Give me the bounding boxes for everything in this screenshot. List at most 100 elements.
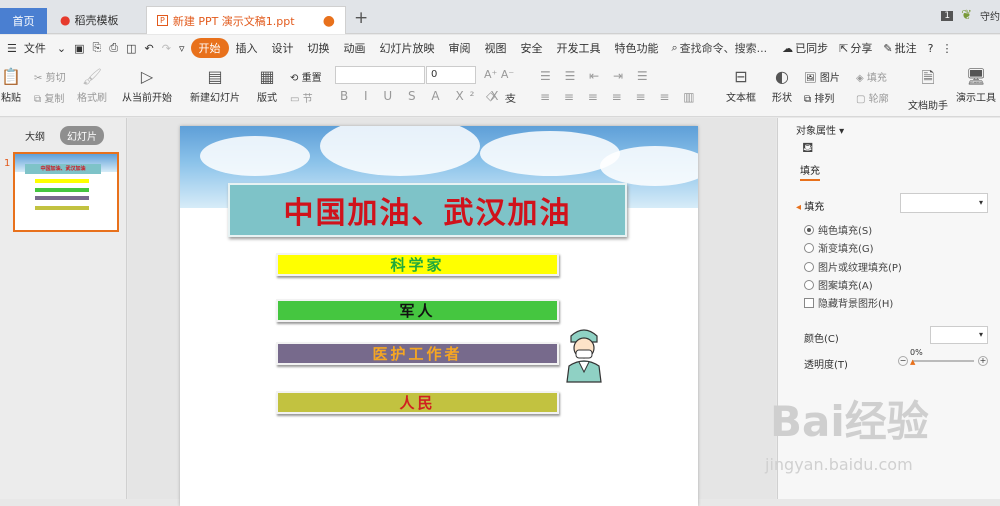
bar-people[interactable]: 人民 bbox=[276, 391, 559, 414]
picture-fill-option[interactable]: 图片或纹理填充(P) bbox=[804, 259, 902, 274]
menu-tab-animation[interactable]: 动画 bbox=[337, 40, 373, 56]
doc-helper-icon: 🗎 bbox=[921, 68, 935, 87]
more-icon[interactable]: ⋮ bbox=[937, 42, 956, 55]
menu-tab-transition[interactable]: 切换 bbox=[301, 40, 337, 56]
pane-title[interactable]: 对象属性 ▾ bbox=[796, 122, 844, 137]
outline-label: 轮廓 bbox=[868, 94, 889, 105]
slide-thumbnail-pane: 大纲 幻灯片 1 中国加油、武汉加油 bbox=[0, 118, 127, 499]
paste-button[interactable]: 📋 粘贴 bbox=[0, 67, 22, 104]
window-count-icon[interactable]: 1 bbox=[941, 10, 954, 21]
transparency-minus-icon[interactable]: − bbox=[898, 356, 908, 366]
textbox-label: 文本框 bbox=[726, 93, 756, 104]
alignment-icons[interactable]: ≡ ≡ ≡ ≡ ≡ ≡ ▥ bbox=[540, 90, 700, 104]
slides-tab[interactable]: 幻灯片 bbox=[60, 126, 104, 145]
new-slide-button[interactable]: ▤ 新建幻灯片 bbox=[190, 67, 240, 104]
section-button[interactable]: ▭ 节 bbox=[290, 90, 313, 105]
color-picker[interactable]: ▾ bbox=[930, 326, 988, 344]
paragraph-list-icons[interactable]: ☰ ☰ ⇤ ⇥ ☰ bbox=[540, 69, 653, 83]
bar-soldiers[interactable]: 军人 bbox=[276, 299, 559, 322]
transparency-slider[interactable] bbox=[912, 360, 974, 362]
shape-button[interactable]: ◐ 形状 bbox=[768, 67, 796, 104]
menu-tab-security[interactable]: 安全 bbox=[514, 40, 550, 56]
thumb-bar-4 bbox=[35, 206, 89, 210]
print-icon[interactable]: ⎙ bbox=[105, 41, 122, 55]
layout-button[interactable]: ▦ 版式 bbox=[254, 67, 280, 104]
help-icon[interactable]: ? bbox=[924, 42, 938, 55]
bar-medical-workers[interactable]: 医护工作者 bbox=[276, 342, 559, 365]
format-painter-button[interactable]: 🖌 格式刷 bbox=[76, 67, 108, 104]
print-preview-icon[interactable]: ◫ bbox=[122, 42, 140, 55]
play-from-current-button[interactable]: ▷ 从当前开始 bbox=[120, 67, 174, 104]
undo-icon[interactable]: ↶ bbox=[141, 42, 158, 55]
transparency-value: 0% bbox=[910, 348, 923, 357]
slide-thumbnail-1[interactable]: 中国加油、武汉加油 bbox=[13, 152, 119, 232]
export-icon[interactable]: ⎘ bbox=[89, 41, 106, 55]
slide-title-box[interactable]: 中国加油、武汉加油 bbox=[228, 183, 627, 237]
menu-tab-view[interactable]: 视图 bbox=[478, 40, 514, 56]
copy-button[interactable]: ⧉ 复制 bbox=[34, 90, 64, 105]
outline-button[interactable]: ▢ 轮廓 bbox=[856, 90, 889, 105]
tab-daoke-templates[interactable]: ● 稻壳模板 bbox=[50, 6, 142, 34]
tab-document[interactable]: P 新建 PPT 演示文稿1.ppt ● bbox=[146, 6, 346, 34]
shape-icon: ◐ bbox=[775, 67, 789, 86]
cut-button[interactable]: ✂ 剪切 bbox=[34, 69, 66, 84]
user-avatar-icon[interactable]: ❦ bbox=[961, 8, 972, 23]
menu-tab-features[interactable]: 特色功能 bbox=[608, 40, 666, 56]
slide-1[interactable]: 中国加油、武汉加油 科学家 军人 医护工作者 人民 bbox=[180, 126, 698, 506]
sync-status[interactable]: 已同步 bbox=[795, 40, 835, 56]
user-name[interactable]: 守约 bbox=[980, 8, 1000, 23]
save-icon[interactable]: ▣ bbox=[70, 42, 88, 55]
present-tools-label: 演示工具 bbox=[956, 93, 996, 104]
reset-button[interactable]: ⟲ 重置 bbox=[290, 69, 322, 84]
transparency-plus-icon[interactable]: + bbox=[978, 356, 988, 366]
quick-access-more-icon[interactable]: ▿ bbox=[175, 42, 191, 55]
fill-tab[interactable]: 填充 bbox=[800, 162, 820, 181]
transparency-label: 透明度(T) bbox=[804, 360, 848, 371]
bar-scientists[interactable]: 科学家 bbox=[276, 253, 559, 276]
textbox-button[interactable]: ⊟ 文本框 bbox=[724, 67, 758, 104]
fill-label: 填充 bbox=[866, 73, 887, 84]
share-button[interactable]: 分享 bbox=[850, 40, 879, 56]
menu-tab-design[interactable]: 设计 bbox=[265, 40, 301, 56]
fill-type-dropdown[interactable]: ▾ bbox=[900, 193, 988, 213]
ppt-file-icon: P bbox=[157, 15, 168, 26]
font-size-combo[interactable]: 0 bbox=[426, 66, 476, 84]
arrange-button[interactable]: ⧉ 排列 bbox=[804, 90, 834, 105]
solid-fill-option[interactable]: 纯色填充(S) bbox=[804, 222, 872, 237]
menu-file[interactable]: 文件 bbox=[24, 40, 53, 56]
present-tools-button[interactable]: 🖥 演示工具 bbox=[954, 67, 998, 104]
hamburger-icon[interactable]: ☰ bbox=[0, 42, 24, 55]
section-icon: ▭ bbox=[290, 94, 300, 105]
new-tab-plus-icon[interactable]: + bbox=[354, 8, 368, 28]
picture-button[interactable]: 🖼 图片 bbox=[804, 69, 840, 84]
hide-background-checkbox[interactable]: 隐藏背景图形(H) bbox=[804, 295, 893, 310]
menu-tab-insert[interactable]: 插入 bbox=[229, 40, 265, 56]
menu-tab-start[interactable]: 开始 bbox=[190, 38, 229, 58]
doctor-icon[interactable] bbox=[563, 326, 605, 384]
share-icon: ⇱ bbox=[839, 41, 849, 55]
transparency-thumb[interactable]: ▲ bbox=[910, 358, 915, 366]
thumb-bar-2 bbox=[35, 188, 89, 192]
chevron-down-icon[interactable]: ⌄ bbox=[53, 42, 70, 55]
menu-tab-slideshow[interactable]: 幻灯片放映 bbox=[373, 40, 442, 56]
tab-home[interactable]: 首页 bbox=[0, 8, 47, 34]
bar-soldiers-label: 军人 bbox=[399, 302, 436, 320]
menu-tab-developer[interactable]: 开发工具 bbox=[550, 40, 608, 56]
comment-button[interactable]: 批注 bbox=[895, 40, 924, 56]
redo-icon[interactable]: ↷ bbox=[158, 42, 175, 55]
fill-button[interactable]: ◈ 填充 bbox=[856, 69, 887, 84]
baidu-watermark: Bai经验 bbox=[770, 397, 929, 446]
fill-section-header[interactable]: ◂ 填充 bbox=[796, 198, 824, 213]
doc-helper-button[interactable]: 🗎 文档助手 bbox=[908, 67, 948, 112]
char-spacing-icon[interactable]: 支 bbox=[506, 90, 516, 105]
font-name-combo[interactable] bbox=[335, 66, 425, 84]
outline-tab[interactable]: 大纲 bbox=[18, 126, 52, 145]
pane-tabs: 大纲 幻灯片 bbox=[18, 126, 104, 145]
menu-tab-review[interactable]: 审阅 bbox=[442, 40, 478, 56]
clear-format-icon[interactable]: ◇ bbox=[486, 89, 495, 103]
picture-label: 图片 bbox=[819, 73, 840, 84]
gradient-fill-option[interactable]: 渐变填充(G) bbox=[804, 240, 874, 255]
font-grow-shrink-icons[interactable]: A⁺ A⁻ bbox=[484, 68, 514, 81]
pattern-fill-option[interactable]: 图案填充(A) bbox=[804, 277, 873, 292]
command-search[interactable]: 查找命令、搜索... bbox=[678, 40, 775, 56]
